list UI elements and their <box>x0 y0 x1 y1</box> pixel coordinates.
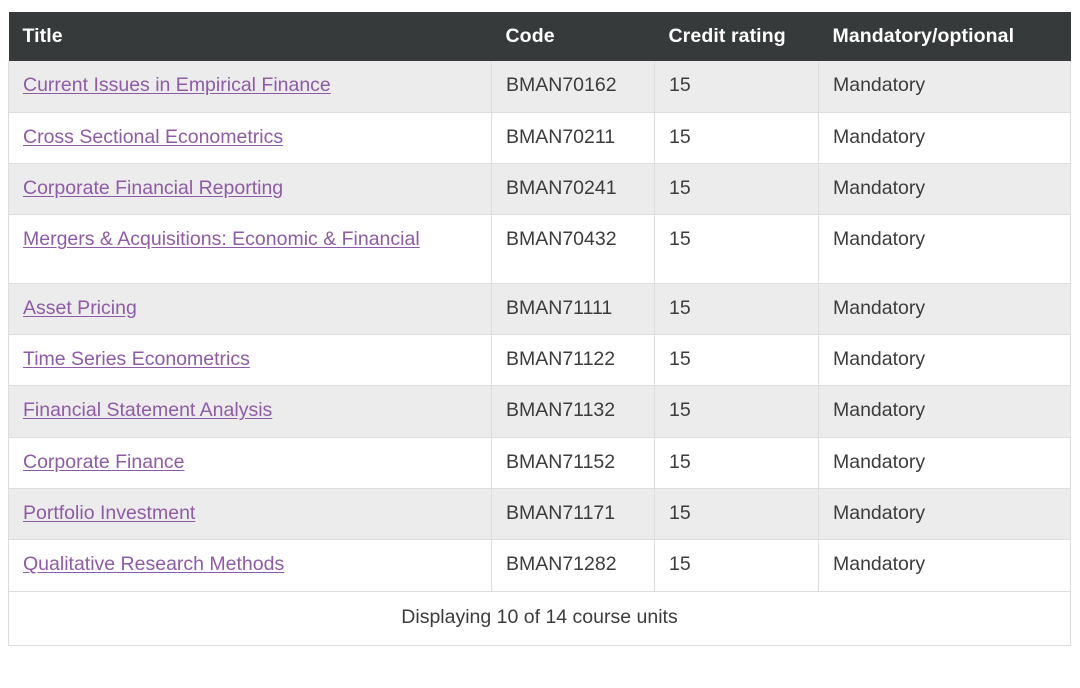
cell-credit-rating: 15 <box>654 437 819 490</box>
table-row: Financial Statement Analysis BMAN71132 15 M… <box>8 385 1071 438</box>
course-title-link[interactable]: Cross Sectional Econometrics <box>23 126 283 148</box>
cell-mandatory-optional: Mandatory <box>818 334 1071 387</box>
cell-mandatory-optional: Mandatory <box>818 283 1071 336</box>
table-footer-row: Displaying 10 of 14 course units <box>8 590 1071 646</box>
table-row: Mergers & Acquisitions: Economic & Finan… <box>8 214 1071 284</box>
course-units-table: Title Code Credit rating Mandatory/optio… <box>8 12 1071 646</box>
course-title-link[interactable]: Qualitative Research Methods <box>23 553 284 575</box>
cell-mandatory-optional: Mandatory <box>818 61 1071 113</box>
cell-credit-rating: 15 <box>654 539 819 592</box>
course-title-link[interactable]: Financial Statement Analysis <box>23 399 272 421</box>
course-title-link[interactable]: Mergers & Acquisitions: Economic & Finan… <box>23 228 420 250</box>
cell-title: Time Series Econometrics <box>8 334 492 387</box>
table-row: Time Series Econometrics BMAN71122 15 Manda… <box>8 334 1071 387</box>
cell-title: Financial Statement Analysis <box>8 385 492 438</box>
table-header: Title Code Credit rating Mandatory/optio… <box>8 12 1071 62</box>
table-row: Cross Sectional Econometrics BMAN70211 15 M… <box>8 112 1071 165</box>
cell-title: Portfolio Investment <box>8 488 492 541</box>
cell-title: Mergers & Acquisitions: Economic & Finan… <box>8 214 492 284</box>
cell-credit-rating: 15 <box>654 214 819 284</box>
column-header-mandatory: Mandatory/optional <box>818 12 1071 62</box>
column-header-code: Code <box>491 12 655 62</box>
table-row: Asset Pricing BMAN71111 15 Mandatory <box>8 283 1071 336</box>
column-header-credit: Credit rating <box>654 12 819 62</box>
cell-title: Corporate Finance <box>8 437 492 490</box>
cell-code: BMAN71171 <box>491 488 655 541</box>
cell-code: BMAN71282 <box>491 539 655 592</box>
cell-code: BMAN71122 <box>491 334 655 387</box>
course-units-table-container: Title Code Credit rating Mandatory/optio… <box>0 0 1080 646</box>
course-title-link[interactable]: Current Issues in Empirical Finance <box>23 74 331 96</box>
cell-credit-rating: 15 <box>654 61 819 113</box>
cell-code: BMAN70432 <box>491 214 655 284</box>
cell-mandatory-optional: Mandatory <box>818 437 1071 490</box>
column-header-title: Title <box>8 12 492 62</box>
course-title-link[interactable]: Portfolio Investment <box>23 502 195 524</box>
cell-title: Corporate Financial Reporting <box>8 163 492 216</box>
cell-credit-rating: 15 <box>654 334 819 387</box>
table-row: Current Issues in Empirical Finance BMAN7… <box>8 61 1071 113</box>
table-footer: Displaying 10 of 14 course units <box>8 590 1071 646</box>
cell-title: Cross Sectional Econometrics <box>8 112 492 165</box>
displaying-count-label: Displaying 10 of 14 course units <box>8 590 1071 646</box>
cell-title: Current Issues in Empirical Finance <box>8 61 492 113</box>
table-row: Corporate Finance BMAN71152 15 Mandatory <box>8 437 1071 490</box>
course-title-link[interactable]: Corporate Finance <box>23 451 185 473</box>
course-title-link[interactable]: Asset Pricing <box>23 297 137 319</box>
course-title-link[interactable]: Time Series Econometrics <box>23 348 250 370</box>
cell-code: BMAN70241 <box>491 163 655 216</box>
cell-code: BMAN70211 <box>491 112 655 165</box>
cell-credit-rating: 15 <box>654 112 819 165</box>
cell-code: BMAN71132 <box>491 385 655 438</box>
cell-code: BMAN70162 <box>491 61 655 113</box>
cell-mandatory-optional: Mandatory <box>818 163 1071 216</box>
cell-credit-rating: 15 <box>654 163 819 216</box>
table-row: Qualitative Research Methods BMAN71282 15 M… <box>8 539 1071 592</box>
table-row: Portfolio Investment BMAN71171 15 Mandatory <box>8 488 1071 541</box>
cell-credit-rating: 15 <box>654 385 819 438</box>
table-body: Current Issues in Empirical Finance BMAN7… <box>8 61 1071 592</box>
cell-mandatory-optional: Mandatory <box>818 112 1071 165</box>
cell-mandatory-optional: Mandatory <box>818 488 1071 541</box>
cell-mandatory-optional: Mandatory <box>818 539 1071 592</box>
table-row: Corporate Financial Reporting BMAN70241 15… <box>8 163 1071 216</box>
cell-credit-rating: 15 <box>654 283 819 336</box>
cell-code: BMAN71111 <box>491 283 655 336</box>
table-header-row: Title Code Credit rating Mandatory/optio… <box>8 12 1071 62</box>
cell-mandatory-optional: Mandatory <box>818 385 1071 438</box>
cell-title: Asset Pricing <box>8 283 492 336</box>
cell-mandatory-optional: Mandatory <box>818 214 1071 284</box>
cell-title: Qualitative Research Methods <box>8 539 492 592</box>
course-title-link[interactable]: Corporate Financial Reporting <box>23 177 283 199</box>
cell-credit-rating: 15 <box>654 488 819 541</box>
cell-code: BMAN71152 <box>491 437 655 490</box>
